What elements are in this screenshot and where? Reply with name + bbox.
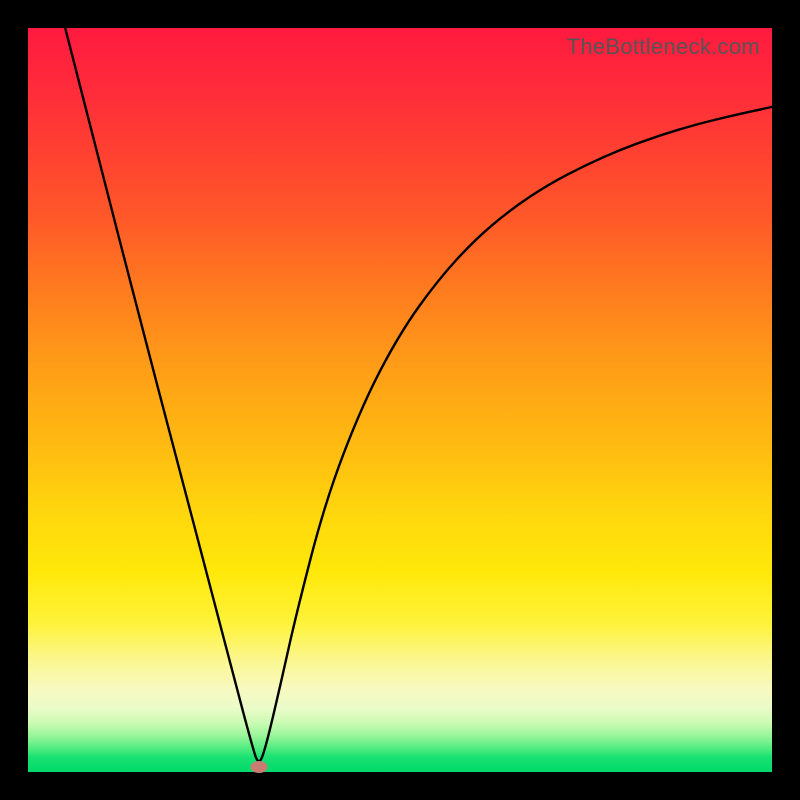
minimum-marker [250,761,267,773]
bottleneck-curve [28,28,772,772]
plot-area: TheBottleneck.com [28,28,772,772]
chart-frame: TheBottleneck.com [0,0,800,800]
